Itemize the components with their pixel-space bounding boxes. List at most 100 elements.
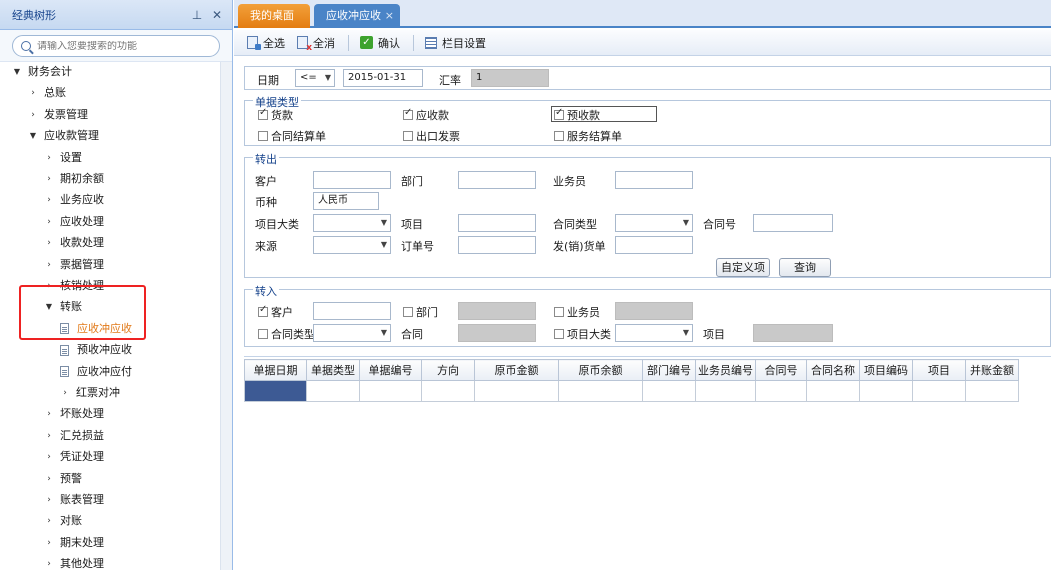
custom-items-button[interactable]: 自定义项 xyxy=(716,258,770,277)
chevron-right-icon[interactable]: › xyxy=(44,533,54,553)
column-header[interactable]: 单据类型 xyxy=(306,359,360,381)
in-customer-input[interactable] xyxy=(313,302,391,320)
tree-item[interactable]: › 其他处理 xyxy=(44,554,104,570)
chevron-right-icon[interactable]: › xyxy=(44,490,54,510)
column-header[interactable]: 合同名称 xyxy=(806,359,860,381)
out-project-input[interactable] xyxy=(458,214,536,232)
chevron-down-icon[interactable]: ▼ xyxy=(12,62,22,82)
currency-input[interactable]: 人民币 xyxy=(313,192,379,210)
in-customer-checkbox[interactable] xyxy=(258,304,268,317)
chevron-right-icon[interactable]: › xyxy=(44,148,54,168)
chevron-right-icon[interactable]: › xyxy=(60,383,70,403)
table-cell[interactable] xyxy=(306,380,360,402)
in-project-class-checkbox[interactable] xyxy=(554,329,564,339)
pin-icon[interactable]: ⊥ xyxy=(190,8,204,22)
tree-item[interactable]: 应收冲应收 xyxy=(60,319,132,339)
chevron-right-icon[interactable]: › xyxy=(44,212,54,232)
table-cell[interactable] xyxy=(359,380,422,402)
tree-item[interactable]: › 核销处理 xyxy=(44,276,104,296)
table-cell[interactable] xyxy=(244,380,307,402)
in-salesman-checkbox[interactable] xyxy=(554,307,564,317)
table-cell[interactable] xyxy=(912,380,966,402)
column-header[interactable]: 项目 xyxy=(912,359,966,381)
close-icon[interactable]: ✕ xyxy=(210,8,224,22)
table-cell[interactable] xyxy=(421,380,475,402)
tree-item[interactable]: › 红票对冲 xyxy=(60,383,120,403)
service-settlement-checkbox[interactable] xyxy=(554,131,564,141)
table-cell[interactable] xyxy=(806,380,860,402)
tab-close-icon[interactable]: × xyxy=(385,4,394,28)
column-header[interactable]: 单据日期 xyxy=(244,359,307,381)
out-department-input[interactable] xyxy=(458,171,536,189)
vertical-scrollbar[interactable] xyxy=(220,62,232,570)
in-contract-type-checkbox[interactable] xyxy=(258,329,268,339)
column-header[interactable]: 并账金额 xyxy=(965,359,1019,381)
column-header[interactable]: 原币金额 xyxy=(474,359,559,381)
table-cell[interactable] xyxy=(474,380,559,402)
select-all-button[interactable]: 全选 xyxy=(242,33,290,53)
table-row[interactable] xyxy=(244,380,1019,402)
chevron-right-icon[interactable]: › xyxy=(44,447,54,467)
chevron-right-icon[interactable]: › xyxy=(28,105,38,125)
table-cell[interactable] xyxy=(755,380,807,402)
out-project-class-select[interactable]: ▼ xyxy=(313,214,391,232)
column-header[interactable]: 原币余额 xyxy=(558,359,643,381)
table-cell[interactable] xyxy=(695,380,756,402)
tree-item[interactable]: › 对账 xyxy=(44,511,82,531)
tree-item[interactable]: 应收冲应付 xyxy=(60,362,132,382)
unselect-all-button[interactable]: 全消 xyxy=(292,33,340,53)
tree-item[interactable]: ▼ 转账 xyxy=(44,297,82,317)
tree-item[interactable]: › 发票管理 xyxy=(28,105,88,125)
order-no-input[interactable] xyxy=(458,236,536,254)
invoice-no-input[interactable] xyxy=(615,236,693,254)
out-contract-no-input[interactable] xyxy=(753,214,833,232)
tree-item[interactable]: › 汇兑损益 xyxy=(44,426,104,446)
in-department-checkbox[interactable] xyxy=(403,307,413,317)
out-customer-input[interactable] xyxy=(313,171,391,189)
chevron-right-icon[interactable]: › xyxy=(44,190,54,210)
table-cell[interactable] xyxy=(859,380,913,402)
tree-item[interactable]: › 期末处理 xyxy=(44,533,104,553)
confirm-button[interactable]: ✓ 确认 xyxy=(355,33,405,53)
out-contract-type-select[interactable]: ▼ xyxy=(615,214,693,232)
contract-settlement-checkbox[interactable] xyxy=(258,131,268,141)
tab-my-desktop[interactable]: 我的桌面 xyxy=(238,4,310,28)
table-cell[interactable] xyxy=(965,380,1019,402)
chevron-down-icon[interactable]: ▼ xyxy=(28,126,38,146)
tree-item[interactable]: › 收款处理 xyxy=(44,233,104,253)
table-cell[interactable] xyxy=(558,380,643,402)
tree-item[interactable]: › 账表管理 xyxy=(44,490,104,510)
column-header[interactable]: 业务员编号 xyxy=(695,359,756,381)
tree-item[interactable]: ▼ 财务会计 xyxy=(12,62,72,82)
tree-item[interactable]: › 总账 xyxy=(28,83,66,103)
tree-item[interactable]: › 票据管理 xyxy=(44,255,104,275)
tree-item[interactable]: ▼ 应收款管理 xyxy=(28,126,99,146)
column-header[interactable]: 部门编号 xyxy=(642,359,696,381)
tree-item[interactable]: › 设置 xyxy=(44,148,82,168)
chevron-right-icon[interactable]: › xyxy=(44,554,54,570)
chevron-right-icon[interactable]: › xyxy=(44,276,54,296)
column-header[interactable]: 方向 xyxy=(421,359,475,381)
column-header[interactable]: 合同号 xyxy=(755,359,807,381)
search-box[interactable] xyxy=(12,35,220,57)
column-header[interactable]: 单据编号 xyxy=(359,359,422,381)
search-input[interactable] xyxy=(37,40,211,52)
export-invoice-checkbox[interactable] xyxy=(403,131,413,141)
receivable-checkbox[interactable] xyxy=(403,107,413,120)
column-settings-button[interactable]: 栏目设置 xyxy=(420,33,491,53)
chevron-right-icon[interactable]: › xyxy=(44,404,54,424)
column-header[interactable]: 项目编码 xyxy=(859,359,913,381)
chevron-right-icon[interactable]: › xyxy=(28,83,38,103)
tree-item[interactable]: › 应收处理 xyxy=(44,212,104,232)
table-cell[interactable] xyxy=(642,380,696,402)
tree-item[interactable]: › 业务应收 xyxy=(44,190,104,210)
chevron-right-icon[interactable]: › xyxy=(44,255,54,275)
prepay-checkbox[interactable] xyxy=(554,107,564,120)
source-select[interactable]: ▼ xyxy=(313,236,391,254)
out-salesman-input[interactable] xyxy=(615,171,693,189)
chevron-right-icon[interactable]: › xyxy=(44,233,54,253)
query-button[interactable]: 查询 xyxy=(779,258,831,277)
in-project-class-select[interactable]: ▼ xyxy=(615,324,693,342)
chevron-down-icon[interactable]: ▼ xyxy=(44,297,54,317)
tree-item[interactable]: › 凭证处理 xyxy=(44,447,104,467)
